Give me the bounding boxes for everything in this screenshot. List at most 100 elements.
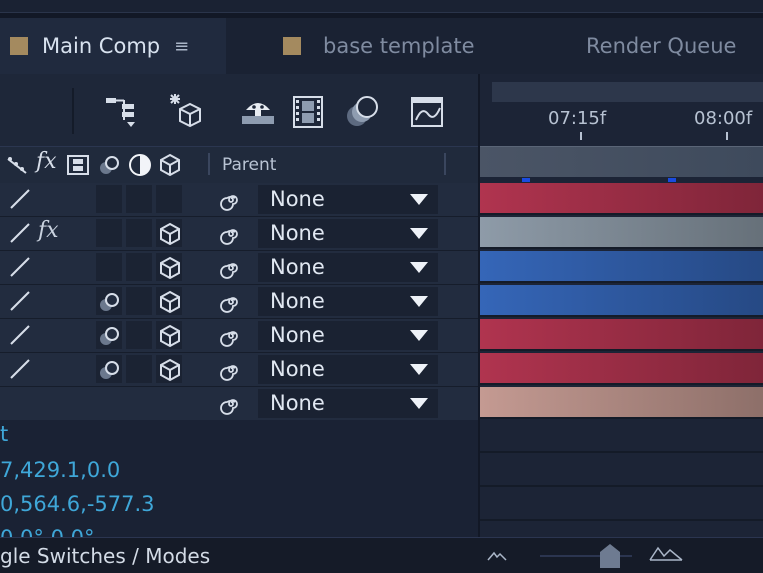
property-value[interactable]: 0,564.6,-577.3: [0, 492, 155, 516]
motion-blur-enabled-icon[interactable]: [98, 290, 122, 314]
tab-base-template[interactable]: base template: [226, 18, 526, 74]
3d-layer-switch-icon[interactable]: [158, 153, 182, 177]
layer-duration-bar[interactable]: [480, 387, 763, 417]
track-separator: [480, 417, 763, 419]
switch-cell[interactable]: [96, 185, 122, 213]
parent-pickwhip-icon[interactable]: [220, 189, 242, 211]
parent-dropdown-value: None: [270, 221, 325, 245]
motion-blur-icon[interactable]: [344, 92, 384, 132]
parent-pickwhip-icon[interactable]: [220, 223, 242, 245]
switch-cell[interactable]: [126, 355, 152, 383]
work-area-bar[interactable]: [480, 146, 763, 177]
parent-dropdown[interactable]: None: [258, 389, 438, 418]
shy-layers-icon[interactable]: [238, 92, 278, 132]
time-ruler-label: 07:15f: [548, 108, 607, 129]
layer-duration-bar[interactable]: [480, 353, 763, 383]
timeline-bottom-bar: gle Switches / Modes: [0, 537, 763, 573]
layer-columns-header: fx Parent: [0, 146, 478, 184]
comp-toolbar: [0, 74, 478, 146]
layer-duration-bar[interactable]: [480, 217, 763, 247]
dropdown-caret-icon: [410, 228, 428, 239]
layer-row[interactable]: fx None: [0, 217, 478, 251]
tab-main-comp[interactable]: Main Comp ≡: [0, 18, 226, 74]
panel-menu-icon[interactable]: ≡: [174, 36, 189, 57]
switch-cell[interactable]: [126, 185, 152, 213]
fx-switch-icon[interactable]: fx: [36, 149, 57, 174]
switch-cell[interactable]: [126, 321, 152, 349]
layer-row[interactable]: None: [0, 285, 478, 319]
tab-label: base template: [323, 34, 475, 58]
parent-dropdown[interactable]: None: [258, 355, 438, 384]
frame-blend-switch-icon[interactable]: [66, 153, 90, 177]
switch-cell[interactable]: [126, 219, 152, 247]
parent-pickwhip-icon[interactable]: [220, 325, 242, 347]
switch-cell[interactable]: [156, 185, 182, 213]
toggle-switches-modes-button[interactable]: gle Switches / Modes: [0, 544, 210, 568]
layer-row[interactable]: None: [0, 251, 478, 285]
parent-dropdown-value: None: [270, 187, 325, 211]
parent-pickwhip-icon[interactable]: [220, 393, 242, 415]
property-value[interactable]: 7,429.1,0.0: [0, 458, 120, 482]
time-navigator[interactable]: [492, 82, 763, 102]
zoom-slider-thumb[interactable]: [598, 542, 622, 570]
parent-pickwhip-icon[interactable]: [220, 257, 242, 279]
time-ruler-label: 08:00f: [694, 108, 753, 129]
switch-cell[interactable]: [96, 219, 122, 247]
zoom-in-icon[interactable]: [648, 544, 684, 562]
motion-blur-switch-icon[interactable]: [98, 153, 122, 177]
fx-enabled-icon[interactable]: fx: [38, 218, 59, 243]
pen-switch-icon[interactable]: [8, 255, 32, 279]
switch-cell[interactable]: [126, 253, 152, 281]
track-separator: [480, 349, 763, 351]
dropdown-caret-icon: [410, 330, 428, 341]
3d-layer-enabled-icon[interactable]: [158, 290, 182, 314]
3d-layer-enabled-icon[interactable]: [158, 358, 182, 382]
layer-row[interactable]: None: [0, 319, 478, 353]
layer-duration-bar[interactable]: [480, 251, 763, 281]
3d-layer-enabled-icon[interactable]: [158, 222, 182, 246]
3d-layer-enabled-icon[interactable]: [158, 324, 182, 348]
parent-dropdown[interactable]: None: [258, 321, 438, 350]
motion-blur-enabled-icon[interactable]: [98, 358, 122, 382]
tab-render-queue[interactable]: Render Queue: [526, 18, 763, 74]
work-area-start-marker[interactable]: [522, 178, 530, 182]
zoom-out-icon[interactable]: [486, 548, 508, 562]
parent-dropdown[interactable]: None: [258, 185, 438, 214]
parent-dropdown[interactable]: None: [258, 219, 438, 248]
work-area-end-marker[interactable]: [668, 178, 676, 182]
comp-flowchart-icon[interactable]: [102, 92, 142, 132]
graph-editor-icon[interactable]: [408, 92, 448, 132]
motion-blur-enabled-icon[interactable]: [98, 324, 122, 348]
time-ruler-tick: [580, 132, 582, 140]
3d-layer-enabled-icon[interactable]: [158, 256, 182, 280]
parent-pickwhip-icon[interactable]: [220, 359, 242, 381]
parent-dropdown[interactable]: None: [258, 287, 438, 316]
track-separator: [480, 383, 763, 385]
pen-switch-icon[interactable]: [8, 289, 32, 313]
draft-3d-icon[interactable]: [166, 92, 206, 132]
pen-switch-icon[interactable]: [8, 187, 32, 211]
pen-switch-icon[interactable]: [8, 221, 32, 245]
pen-switch-icon[interactable]: [8, 323, 32, 347]
layer-duration-bar[interactable]: [480, 285, 763, 315]
layer-row[interactable]: None: [0, 387, 478, 421]
switch-cell[interactable]: [126, 287, 152, 315]
time-ruler-tick: [726, 132, 728, 140]
parent-dropdown[interactable]: None: [258, 253, 438, 282]
track-separator: [480, 247, 763, 249]
pen-switch-icon[interactable]: [8, 357, 32, 381]
layer-duration-bar[interactable]: [480, 319, 763, 349]
adjustment-layer-switch-icon[interactable]: [128, 153, 152, 177]
track-separator: [480, 213, 763, 215]
property-value[interactable]: t: [0, 422, 8, 446]
switch-cell[interactable]: [96, 253, 122, 281]
layer-row[interactable]: None: [0, 353, 478, 387]
layer-duration-bar[interactable]: [480, 183, 763, 213]
frame-blending-icon[interactable]: [290, 92, 330, 132]
parent-pickwhip-icon[interactable]: [220, 291, 242, 313]
dropdown-caret-icon: [410, 364, 428, 375]
parent-dropdown-value: None: [270, 391, 325, 415]
comp-color-swatch: [283, 37, 301, 55]
shy-switch-icon[interactable]: [6, 153, 30, 177]
layer-row[interactable]: None: [0, 183, 478, 217]
